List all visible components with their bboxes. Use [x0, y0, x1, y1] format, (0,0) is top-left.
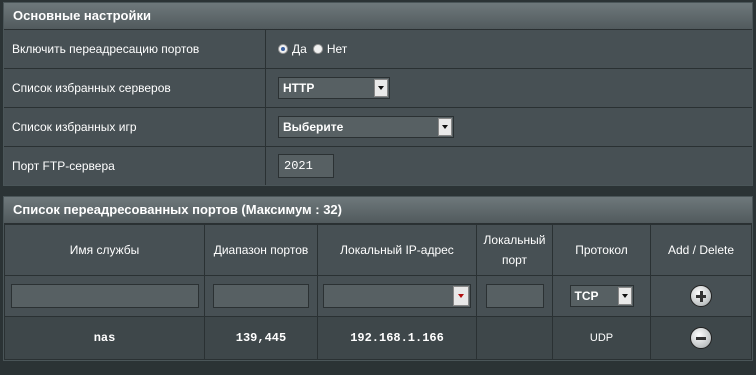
header-protocol: Протокол: [552, 224, 651, 276]
row-ip: 192.168.1.166: [317, 316, 477, 360]
row-range: 139,445: [204, 316, 318, 360]
fav-games-row: Список избранных игр Выберите: [4, 108, 752, 147]
ftp-label: Порт FTP-сервера: [4, 147, 266, 185]
header-add-delete: Add / Delete: [650, 224, 752, 276]
row-protocol: UDP: [552, 316, 651, 360]
local-ip-select[interactable]: [323, 284, 471, 308]
service-name-input[interactable]: [10, 284, 199, 308]
radio-no-label: Нет: [326, 42, 348, 56]
header-local-port: Локальный порт: [476, 224, 553, 276]
port-range-input[interactable]: [213, 284, 309, 308]
chevron-down-icon: [453, 286, 469, 306]
protocol-value: TCP: [574, 289, 599, 303]
chevron-down-icon: [617, 287, 632, 305]
header-local-ip: Локальный IP-адрес: [317, 224, 477, 276]
add-icon[interactable]: [690, 285, 712, 307]
fav-servers-value: HTTP: [283, 81, 315, 95]
fav-servers-row: Список избранных серверов HTTP: [4, 69, 752, 108]
radio-no[interactable]: [312, 44, 323, 54]
radio-yes-label: Да: [292, 42, 307, 56]
ftp-port-input[interactable]: 2021: [278, 154, 334, 178]
chevron-down-icon: [374, 79, 388, 97]
row-port: [476, 316, 553, 360]
header-service: Имя службы: [4, 224, 205, 276]
basic-settings-panel: Основные настройки Включить переадресаци…: [3, 2, 753, 186]
ftp-row: Порт FTP-сервера 2021: [4, 147, 752, 185]
forwarded-ports-title: Список переадресованных портов (Максимум…: [4, 197, 752, 224]
basic-settings-title: Основные настройки: [4, 3, 752, 30]
chevron-down-icon: [438, 118, 452, 136]
port-forward-radios: Да Нет: [266, 42, 752, 56]
fav-games-select[interactable]: Выберите: [278, 116, 454, 138]
fav-games-value: Выберите: [283, 120, 344, 134]
row-service: nas: [4, 316, 205, 360]
new-rule-row: TCP: [4, 275, 752, 317]
forwarded-ports-panel: Список переадресованных портов (Максимум…: [3, 196, 753, 361]
port-forward-label: Включить переадресацию портов: [4, 30, 266, 68]
fav-servers-select[interactable]: HTTP: [278, 77, 390, 99]
header-range: Диапазон портов: [204, 224, 318, 276]
local-port-input[interactable]: [485, 284, 544, 308]
protocol-select[interactable]: TCP: [569, 285, 634, 307]
table-row: nas 139,445 192.168.1.166 UDP: [4, 316, 752, 360]
port-forward-row: Включить переадресацию портов Да Нет: [4, 30, 752, 69]
forwarded-ports-table: Имя службы Диапазон портов Локальный IP-…: [4, 224, 752, 360]
remove-icon[interactable]: [690, 327, 712, 349]
radio-yes[interactable]: [278, 44, 288, 54]
fav-games-label: Список избранных игр: [4, 108, 266, 146]
fav-servers-label: Список избранных серверов: [4, 69, 266, 107]
